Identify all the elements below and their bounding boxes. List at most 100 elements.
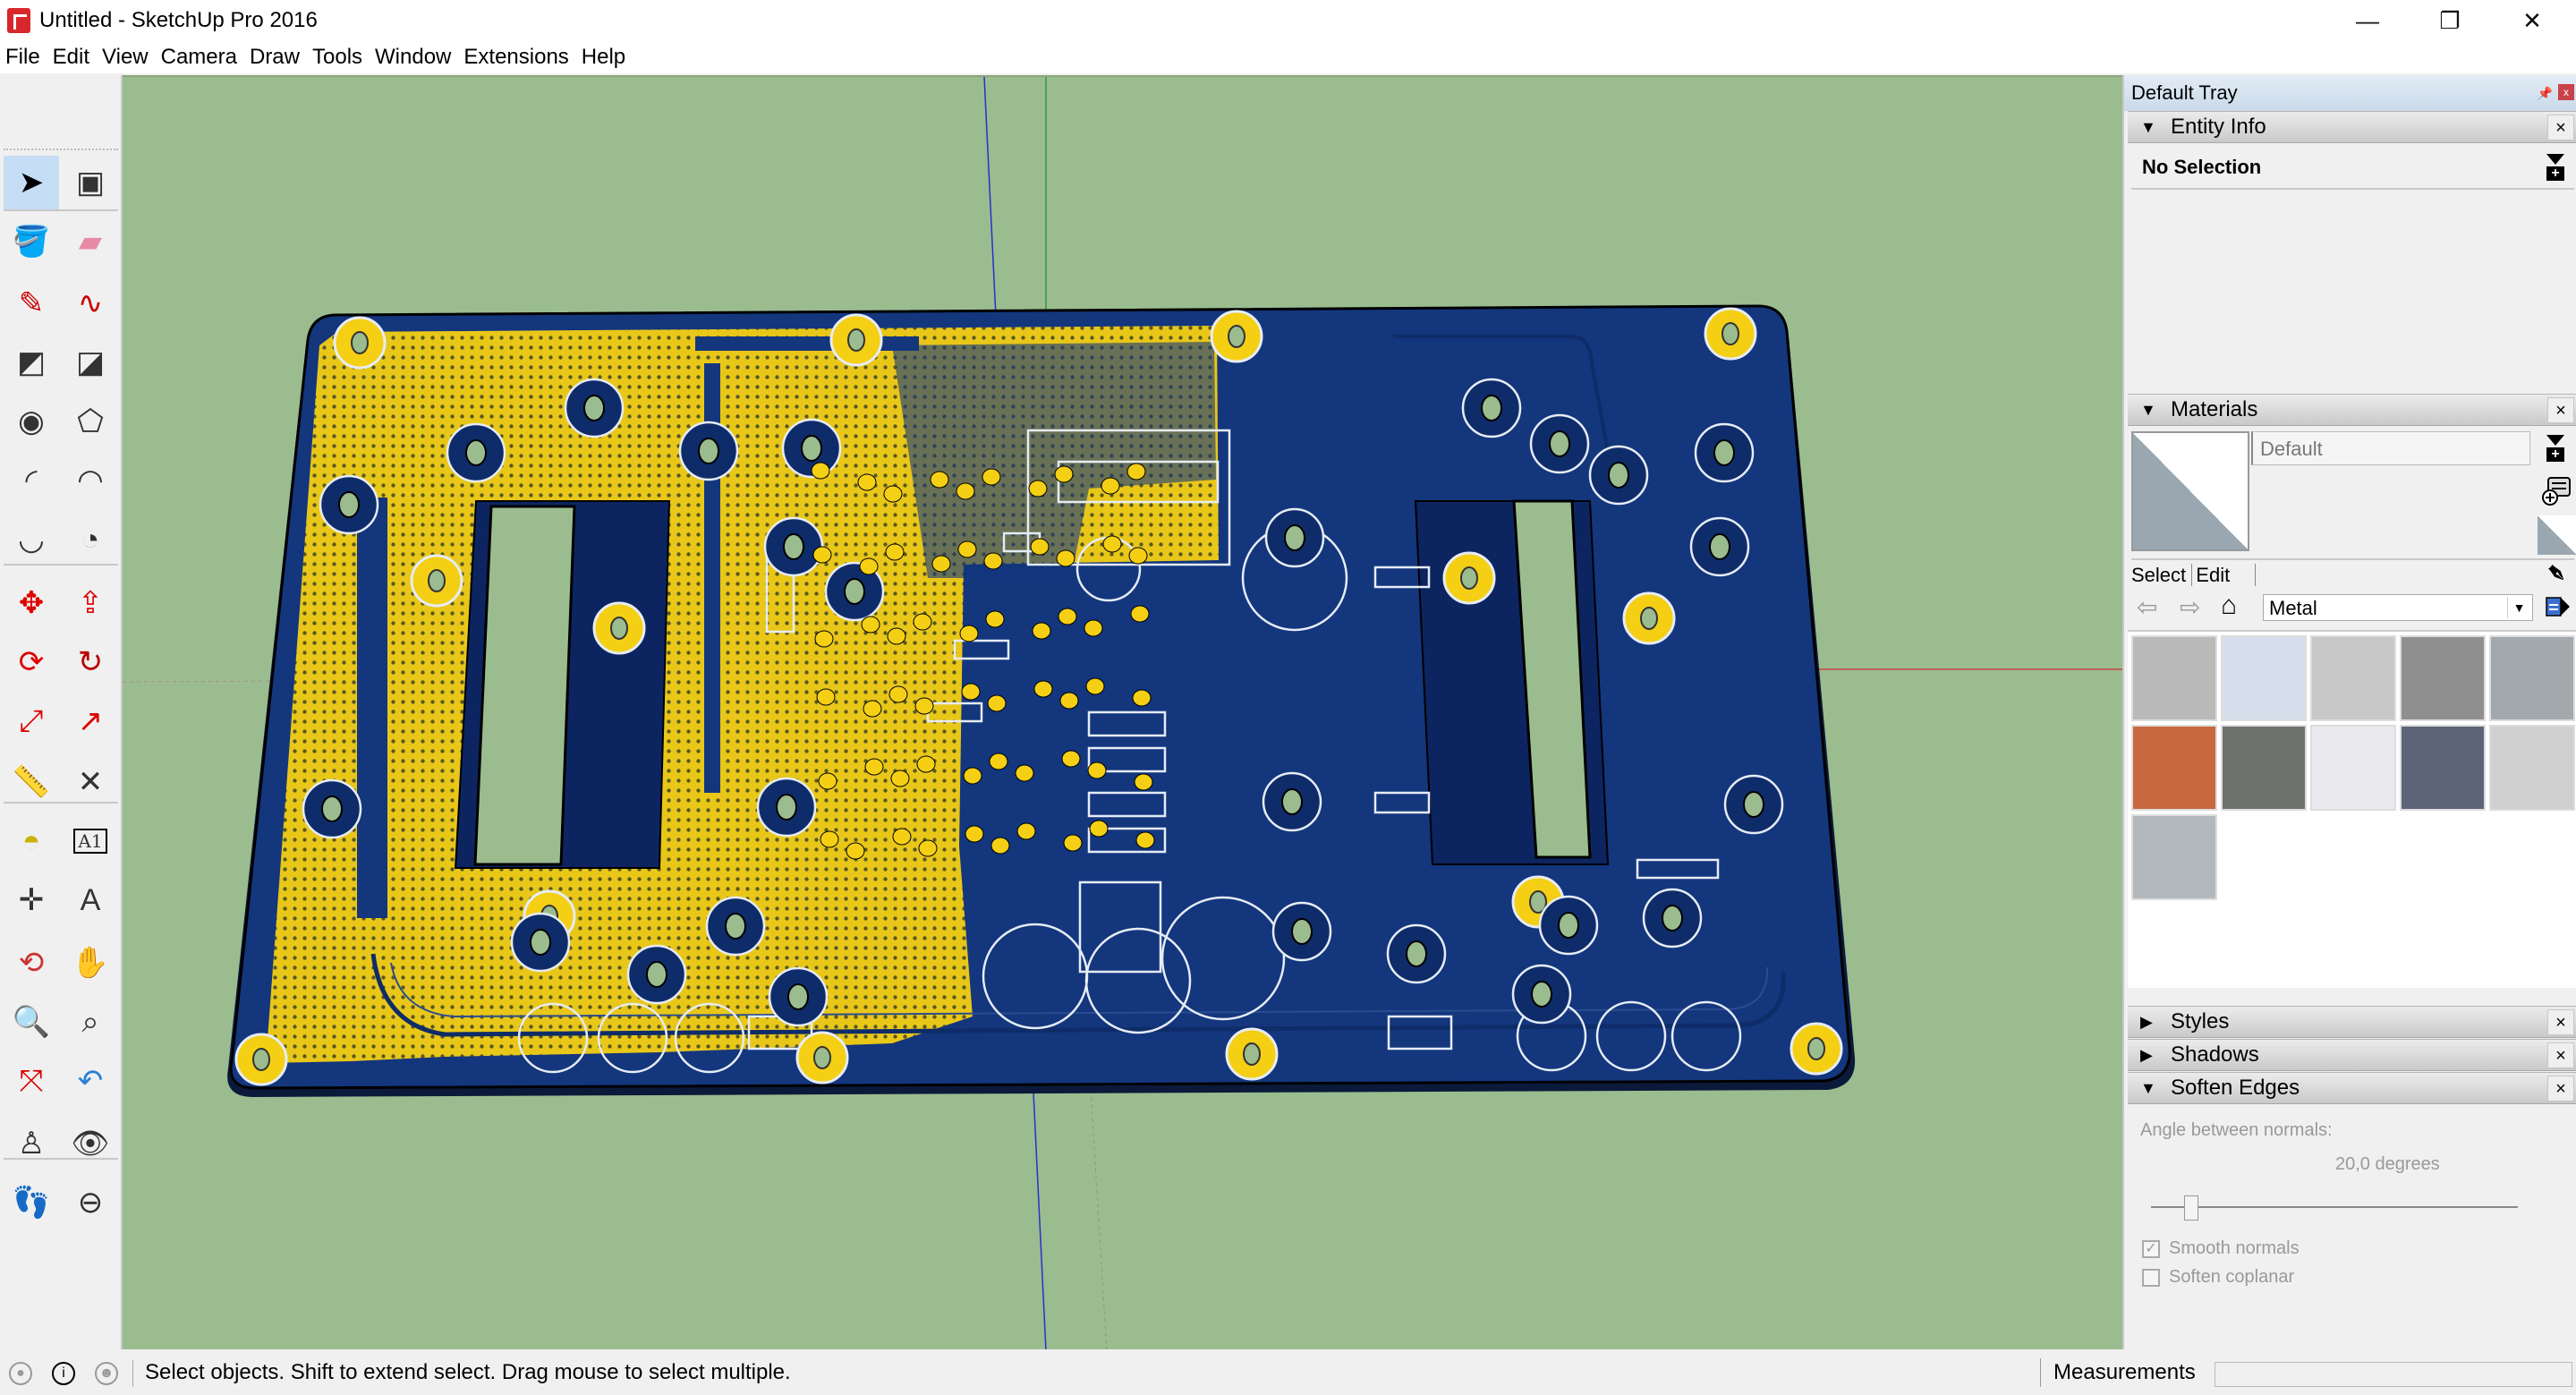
pie-tool[interactable]: ◔ [63, 513, 118, 566]
geolocation-icon[interactable]: ● [9, 1362, 32, 1385]
offset-tool[interactable]: ↗ [63, 694, 118, 748]
swatch-metal-light-blue[interactable] [2221, 635, 2307, 721]
material-details-button[interactable]: + [2546, 435, 2564, 462]
tab-edit[interactable]: Edit [2191, 564, 2231, 586]
soften-edges-header[interactable]: ▼ Soften Edges × [2128, 1072, 2576, 1104]
shadows-header[interactable]: ▶ Shadows × [2128, 1039, 2576, 1071]
swatch-metal-blue-perforated[interactable] [2400, 725, 2486, 811]
component-pad [957, 540, 977, 558]
entity-info-details-button[interactable]: + [2546, 154, 2564, 181]
swatch-metal-diamond-plate[interactable] [2489, 725, 2575, 811]
select-tool[interactable]: ➤ [4, 156, 59, 209]
angle-slider-track[interactable] [2151, 1206, 2518, 1208]
swatch-metal-corrugated[interactable] [2310, 635, 2396, 721]
text-tool[interactable]: A1 [63, 814, 118, 868]
materials-close-button[interactable]: × [2547, 397, 2574, 423]
swatch-metal-dark[interactable] [2221, 725, 2307, 811]
swatch-metal-white[interactable] [2310, 725, 2396, 811]
material-library-select[interactable]: Metal ▼ [2263, 594, 2533, 621]
shadows-close-button[interactable]: × [2547, 1042, 2574, 1068]
3point-arc-tool[interactable]: ◡ [4, 513, 59, 566]
menu-edit[interactable]: Edit [53, 45, 89, 70]
secondary-material-sample[interactable] [2538, 515, 2576, 555]
menu-tools[interactable]: Tools [312, 45, 362, 70]
styles-header[interactable]: ▶ Styles × [2128, 1006, 2576, 1038]
restore-button[interactable]: ❐ [2409, 0, 2491, 41]
2point-arc-tool[interactable]: ◠ [63, 454, 118, 507]
soften-edges-close-button[interactable]: × [2547, 1076, 2574, 1102]
swatch-metal-embossed[interactable] [2400, 635, 2486, 721]
zoom-extents-tool[interactable]: ⤧ [4, 1054, 59, 1108]
rotated-rectangle-tool[interactable]: ◪ [63, 336, 118, 389]
tab-select[interactable]: Select [2131, 564, 2186, 586]
angle-slider-thumb[interactable] [2184, 1195, 2199, 1221]
swatch-metal-steel[interactable] [2489, 635, 2575, 721]
back-arrow-icon[interactable]: ⇦ [2137, 592, 2157, 622]
dimension-tool[interactable]: ✕ [63, 755, 118, 809]
make-component-tool[interactable]: ▣ [63, 156, 118, 209]
menu-extensions[interactable]: Extensions [463, 45, 568, 70]
measurements-input[interactable] [2215, 1362, 2572, 1387]
zoom-window-tool[interactable]: ⌕ [63, 995, 118, 1049]
polygon-tool[interactable]: ⬠ [63, 395, 118, 448]
close-button[interactable]: ✕ [2491, 0, 2573, 41]
axes-tool[interactable]: ✛ [4, 873, 59, 927]
create-material-icon[interactable] [2541, 476, 2572, 506]
viewport-canvas[interactable] [123, 77, 2122, 1349]
circle-tool[interactable]: ◉ [4, 395, 59, 448]
look-around-tool[interactable]: 👁 [63, 1117, 118, 1170]
walk-tool[interactable]: 👣 [4, 1176, 59, 1229]
pan-tool[interactable]: ✋ [63, 936, 118, 990]
zoom-tool[interactable]: 🔍 [4, 995, 59, 1049]
details-arrow-icon[interactable] [2545, 594, 2572, 619]
previous-view-tool[interactable]: ↶ [63, 1054, 118, 1108]
paint-bucket-tool[interactable]: 🪣 [4, 215, 59, 268]
protractor-tool[interactable]: ◓ [4, 814, 59, 868]
move-tool[interactable]: ✥ [4, 576, 59, 630]
rectangle-tool[interactable]: ◩ [4, 336, 59, 389]
minimize-button[interactable]: — [2326, 0, 2409, 41]
section-plane-tool[interactable]: ⊖ [63, 1176, 118, 1229]
menu-help[interactable]: Help [582, 45, 625, 70]
swatch-metal-silver[interactable] [2131, 814, 2217, 900]
eraser-tool[interactable]: ▰ [63, 215, 118, 268]
menu-view[interactable]: View [102, 45, 149, 70]
entity-info-header[interactable]: ▼ Entity Info × [2128, 111, 2576, 143]
materials-header[interactable]: ▼ Materials × [2128, 394, 2576, 426]
credits-info-icon[interactable]: i [52, 1362, 75, 1385]
arc-tool[interactable]: ◜ [4, 454, 59, 507]
3d-text-tool[interactable]: A [63, 873, 118, 927]
material-name-field[interactable]: Default [2251, 431, 2530, 465]
tray-close-button[interactable]: x [2558, 84, 2574, 100]
push-pull-tool[interactable]: ⇪ [63, 576, 118, 630]
swatch-metal-brushed[interactable] [2131, 635, 2217, 721]
follow-me-tool[interactable]: ↻ [63, 635, 118, 689]
eyedropper-icon[interactable]: ✒ [2537, 555, 2575, 593]
tape-measure-tool[interactable]: 📏 [4, 755, 59, 809]
styles-close-button[interactable]: × [2547, 1009, 2574, 1035]
orbit-tool[interactable]: ⟲ [4, 936, 59, 990]
forward-arrow-icon[interactable]: ⇨ [2180, 592, 2200, 622]
component-pad [818, 772, 837, 790]
user-account-icon[interactable]: ☻ [95, 1362, 118, 1385]
position-camera-tool[interactable]: ♙ [4, 1117, 59, 1170]
pcb-model[interactable] [227, 304, 1856, 1097]
entity-info-close-button[interactable]: × [2547, 115, 2574, 140]
scale-tool[interactable]: ⤢ [4, 694, 59, 748]
pin-icon[interactable]: 📌 [2538, 86, 2553, 101]
soften-coplanar-checkbox[interactable] [2142, 1269, 2160, 1287]
menu-camera[interactable]: Camera [161, 45, 237, 70]
menu-file[interactable]: File [5, 45, 40, 70]
circle-icon: ◉ [18, 404, 45, 438]
toolbar-grip[interactable] [4, 149, 118, 150]
menu-window[interactable]: Window [375, 45, 451, 70]
model-viewport[interactable] [123, 75, 2122, 1349]
line-tool[interactable]: ✎ [4, 276, 59, 330]
swatch-metal-rusted[interactable] [2131, 725, 2217, 811]
home-icon[interactable]: ⌂ [2221, 591, 2237, 621]
component-pad [931, 555, 951, 573]
rotate-tool[interactable]: ⟳ [4, 635, 59, 689]
freehand-tool[interactable]: ∿ [63, 276, 118, 330]
menu-draw[interactable]: Draw [250, 45, 300, 70]
smooth-normals-checkbox[interactable]: ✓ [2142, 1240, 2160, 1258]
